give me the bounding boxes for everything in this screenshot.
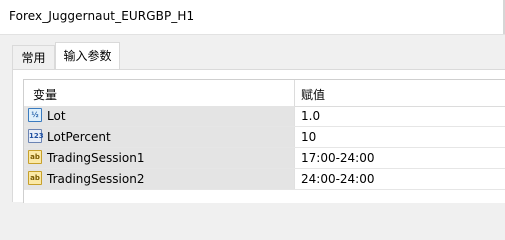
window-title: Forex_Juggernaut_EURGBP_H1 (9, 9, 195, 23)
input-parameters-panel: 变量 赋值 ½ Lot 1.0 123 LotPercent 10 ab Tra… (12, 69, 505, 203)
cell-separator (294, 127, 295, 147)
parameter-value[interactable]: 1.0 (301, 109, 320, 123)
table-row[interactable]: 123 LotPercent 10 (24, 127, 505, 148)
column-header-variable[interactable]: 变量 (33, 86, 57, 103)
parameter-name: TradingSession2 (47, 172, 145, 186)
table-row[interactable]: ab TradingSession1 17:00-24:00 (24, 148, 505, 169)
title-bar: Forex_Juggernaut_EURGBP_H1 (0, 0, 505, 35)
table-header: 变量 赋值 (24, 80, 505, 107)
parameters-table: 变量 赋值 ½ Lot 1.0 123 LotPercent 10 ab Tra… (23, 79, 505, 203)
string-icon: ab (28, 171, 42, 185)
tab-common[interactable]: 常用 (12, 45, 55, 70)
parameter-value[interactable]: 24:00-24:00 (301, 172, 375, 186)
cell-separator (294, 169, 295, 189)
parameter-value[interactable]: 10 (301, 130, 316, 144)
cell-separator (294, 106, 295, 126)
parameter-name: TradingSession1 (47, 151, 145, 165)
table-row[interactable]: ab TradingSession2 24:00-24:00 (24, 169, 505, 190)
string-icon: ab (28, 150, 42, 164)
parameter-name: Lot (47, 109, 66, 123)
column-header-value[interactable]: 赋值 (301, 86, 325, 103)
integer-icon: 123 (28, 129, 44, 143)
tab-strip: 常用 输入参数 (0, 34, 505, 70)
real-number-icon: ½ (28, 108, 42, 122)
column-separator[interactable] (294, 80, 295, 106)
cell-separator (294, 148, 295, 168)
tab-input-parameters[interactable]: 输入参数 (55, 42, 120, 70)
parameter-value[interactable]: 17:00-24:00 (301, 151, 375, 165)
parameter-name: LotPercent (47, 130, 111, 144)
table-row[interactable]: ½ Lot 1.0 (24, 106, 505, 127)
